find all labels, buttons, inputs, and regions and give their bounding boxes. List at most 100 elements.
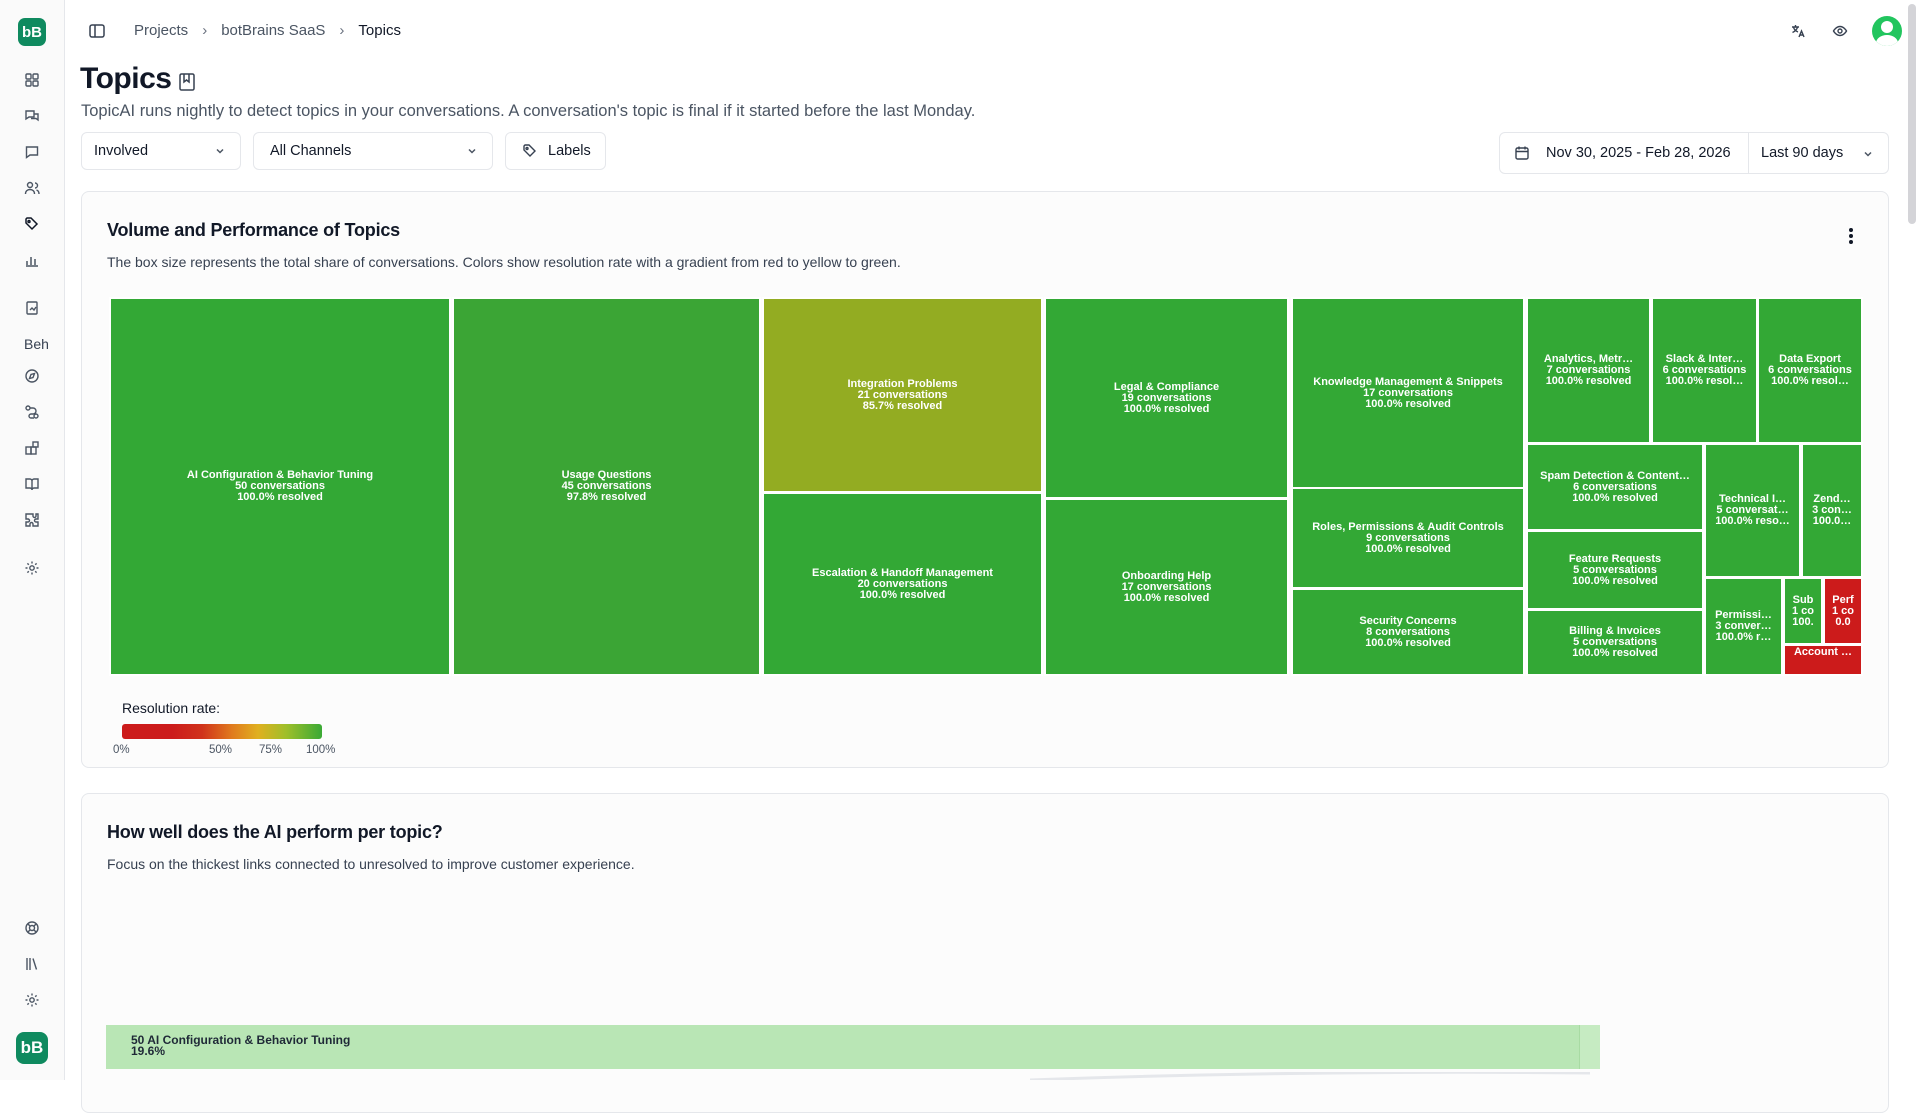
involvement-select[interactable]: Involved [81, 132, 241, 170]
sankey-link [1029, 1072, 1591, 1080]
involvement-value: Involved [94, 143, 149, 159]
treemap-tile[interactable]: Spam Detection & Content… 6 conversations… [1526, 443, 1704, 531]
breadcrumb-project[interactable]: botBrains SaaS [221, 22, 325, 39]
preset-value: Last 90 days [1761, 145, 1844, 161]
treemap-tile-label: Permissi… [1715, 610, 1772, 621]
treemap-tile-label: Spam Detection & Content… [1540, 470, 1690, 482]
treemap-tile-count: 19 conversations [1121, 392, 1212, 404]
app-logo[interactable]: bB [18, 18, 46, 46]
treemap-tile[interactable]: Permissi… 3 conver… 100.0% r… [1704, 577, 1783, 676]
treemap-tile[interactable]: Legal & Compliance 19 conversations 100.0%… [1044, 297, 1289, 499]
treemap-tile[interactable]: Perf 1 co 0.0 [1823, 577, 1863, 645]
treemap-tile-count: 5 conversat… [1716, 505, 1789, 516]
more-options-icon[interactable] [1849, 228, 1853, 244]
treemap-tile[interactable]: Security Concerns 8 conversations 100.0% r… [1291, 588, 1525, 676]
bookmark-icon[interactable] [178, 72, 196, 92]
page-title: Topics [80, 62, 172, 95]
treemap-tile[interactable]: Slack & Inter… 6 conversations 100.0% reso… [1651, 297, 1758, 444]
treemap-tile[interactable]: Data Export 6 conversations 100.0% resol… [1757, 297, 1863, 444]
settings-icon[interactable] [22, 558, 42, 578]
user-avatar[interactable] [1872, 16, 1902, 46]
legend-tick: 100% [306, 744, 336, 756]
treemap-tile-count: 17 conversations [1121, 581, 1212, 593]
treemap-tile-label: Slack & Inter… [1665, 354, 1744, 365]
compass-icon[interactable] [22, 366, 42, 386]
treemap-tile-count: 6 conversations [1768, 365, 1852, 376]
treemap-tile[interactable]: Technical I… 5 conversat… 100.0% reso… [1704, 443, 1801, 578]
preset-select[interactable]: Last 90 days [1749, 133, 1888, 173]
translate-icon[interactable] [1788, 21, 1808, 41]
eye-icon[interactable] [1830, 21, 1850, 41]
treemap-tile[interactable]: Feature Requests 5 conversations 100.0% re… [1526, 530, 1704, 610]
top-bar: Projects › botBrains SaaS › Topics [64, 0, 1902, 64]
legend-tick: 75% [259, 744, 283, 756]
treemap-tile[interactable]: Billing & Invoices 5 conversations 100.0% … [1526, 609, 1704, 676]
treemap-tile-label: AI Configuration & Behavior Tuning [186, 470, 374, 481]
treemap-tile-count: 9 conversations [1366, 532, 1450, 544]
page-scrollbar[interactable] [1908, 4, 1916, 224]
date-range-button[interactable]: Nov 30, 2025 - Feb 28, 2026 [1500, 133, 1748, 173]
sidebar-toggle-icon[interactable] [88, 22, 106, 40]
labels-button[interactable]: Labels [505, 132, 606, 170]
treemap-tile-rate: 100.0… [1812, 516, 1852, 527]
breadcrumb-current: Topics [358, 22, 401, 39]
integrations-icon[interactable] [22, 438, 42, 458]
treemap-tile[interactable]: Onboarding Help 17 conversations 100.0% re… [1044, 498, 1289, 676]
treemap-tile[interactable]: Account … [1783, 644, 1863, 676]
chevron-right-icon: › [339, 22, 345, 39]
treemap-tile-count: 1 co [1791, 605, 1814, 617]
treemap-tile-rate: 100. [1792, 616, 1814, 628]
tags-icon[interactable] [22, 214, 42, 234]
treemap-tile-label: Data Export [1779, 354, 1841, 365]
treemap-tile-label: Billing & Invoices [1569, 626, 1661, 637]
workspace-logo[interactable]: bB [16, 1032, 48, 1064]
date-range-value: Nov 30, 2025 - Feb 28, 2026 [1546, 145, 1731, 161]
book-icon[interactable] [22, 474, 42, 494]
volume-card-title: Volume and Performance of Topics [107, 220, 400, 240]
treemap-tile-count: 45 conversations [561, 481, 652, 492]
conversations-icon[interactable] [22, 106, 42, 126]
treemap-tile-label: Knowledge Management & Snippets [1313, 376, 1503, 388]
treemap-tile-count: 6 conversations [1573, 481, 1657, 493]
treemap-tile-rate: 100.0% resolved [1365, 398, 1451, 410]
treemap-tile[interactable]: Integration Problems 21 conversations 85.7… [762, 297, 1043, 493]
channels-select[interactable]: All Channels [253, 132, 493, 170]
account-settings-icon[interactable] [22, 990, 42, 1010]
treemap-tile-rate: 100.0% resolved [1572, 648, 1658, 659]
chevron-down-icon [1864, 151, 1872, 157]
treemap-tile-label: Onboarding Help [1121, 570, 1212, 582]
treemap-tile-rate: 100.0% resolved [1123, 592, 1210, 604]
treemap-tile-count: 17 conversations [1363, 387, 1453, 399]
treemap-tile[interactable]: Knowledge Management & Snippets 17 conver… [1291, 297, 1525, 489]
analytics-icon[interactable] [22, 250, 42, 270]
sankey-node-label: 50 AI Configuration & Behavior Tuning 19… [131, 1034, 350, 1057]
sankey-node-end [1579, 1025, 1600, 1069]
treemap-tile[interactable]: Zend… 3 con… 100.0… [1801, 443, 1863, 578]
treemap-tile-label: Security Concerns [1359, 615, 1457, 627]
breadcrumb: Projects › botBrains SaaS › Topics [134, 22, 401, 39]
treemap-tile[interactable]: Sub 1 co 100. [1783, 577, 1823, 645]
treemap-tile[interactable]: Escalation & Handoff Management 20 conver… [762, 492, 1043, 676]
labels-button-label: Labels [548, 143, 591, 159]
treemap-tile[interactable]: Analytics, Metr… 7 conversations 100.0% re… [1526, 297, 1651, 444]
volume-card-description: The box size represents the total share … [107, 254, 901, 270]
treemap-tile-label: Feature Requests [1568, 553, 1662, 565]
dashboard-icon[interactable] [22, 70, 42, 90]
report-icon[interactable] [22, 298, 42, 318]
treemap-tile[interactable]: Roles, Permissions & Audit Controls 9 con… [1291, 487, 1525, 589]
date-range-picker[interactable]: Nov 30, 2025 - Feb 28, 2026 Last 90 days [1499, 132, 1889, 174]
chat-icon[interactable] [22, 142, 42, 162]
library-icon[interactable] [22, 954, 42, 974]
help-icon[interactable] [22, 918, 42, 938]
treemap-tile[interactable]: AI Configuration & Behavior Tuning 50 con… [109, 297, 451, 676]
treemap-tile-count: 6 conversations [1662, 365, 1747, 376]
users-icon[interactable] [22, 178, 42, 198]
treemap-tile-rate: 100.0% resolved [1572, 492, 1658, 504]
resolution-gradient [122, 724, 322, 739]
plugin-icon[interactable] [22, 510, 42, 530]
treemap-tile[interactable]: Usage Questions 45 conversations 97.8% res… [452, 297, 761, 676]
workflow-icon[interactable] [22, 402, 42, 422]
breadcrumb-projects[interactable]: Projects [134, 22, 188, 39]
tag-icon [523, 144, 536, 157]
chevron-down-icon [468, 148, 476, 154]
